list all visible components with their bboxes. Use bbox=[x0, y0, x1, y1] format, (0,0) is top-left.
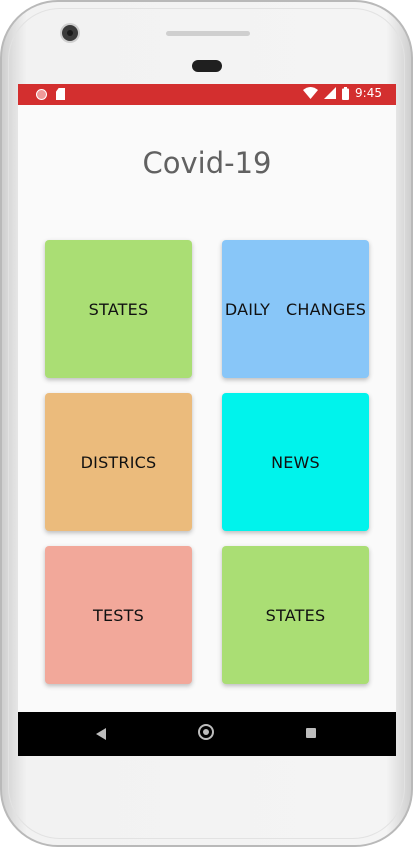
tests-tile[interactable]: TESTS bbox=[45, 546, 192, 684]
states-tile-2-label: STATES bbox=[265, 605, 326, 625]
home-icon[interactable] bbox=[198, 724, 214, 740]
states-tile[interactable]: STATES bbox=[45, 240, 192, 378]
daily-changes-tile-label: DAILY CHANGES bbox=[224, 299, 367, 319]
navigation-bar bbox=[18, 712, 396, 756]
proximity-sensor bbox=[192, 60, 222, 72]
battery-icon bbox=[342, 86, 350, 100]
sd-card-icon bbox=[56, 88, 65, 100]
status-right-icons: 9:45 bbox=[303, 86, 382, 100]
notification-dot-icon bbox=[36, 88, 47, 100]
tests-tile-label: TESTS bbox=[93, 605, 144, 625]
news-tile-label: NEWS bbox=[271, 452, 320, 472]
phone-frame: 9:45 Covid-19 STATES DAILY CHANGES DISTR… bbox=[0, 0, 413, 847]
signal-icon bbox=[324, 87, 337, 99]
recents-icon[interactable] bbox=[306, 728, 316, 738]
page-title: Covid-19 bbox=[142, 146, 272, 180]
states-tile-2[interactable]: STATES bbox=[222, 546, 369, 684]
status-left-icons bbox=[36, 88, 65, 100]
screen: 9:45 Covid-19 STATES DAILY CHANGES DISTR… bbox=[18, 84, 396, 756]
back-icon[interactable] bbox=[96, 728, 106, 740]
daily-changes-tile[interactable]: DAILY CHANGES bbox=[222, 240, 369, 378]
status-time: 9:45 bbox=[355, 86, 382, 100]
districts-tile[interactable]: DISTRICS bbox=[45, 393, 192, 531]
states-tile-label: STATES bbox=[88, 299, 149, 319]
districts-tile-label: DISTRICS bbox=[80, 452, 157, 472]
front-camera bbox=[62, 25, 78, 41]
earpiece bbox=[166, 31, 250, 36]
status-bar: 9:45 bbox=[18, 84, 396, 105]
wifi-icon bbox=[303, 87, 319, 99]
news-tile[interactable]: NEWS bbox=[222, 393, 369, 531]
